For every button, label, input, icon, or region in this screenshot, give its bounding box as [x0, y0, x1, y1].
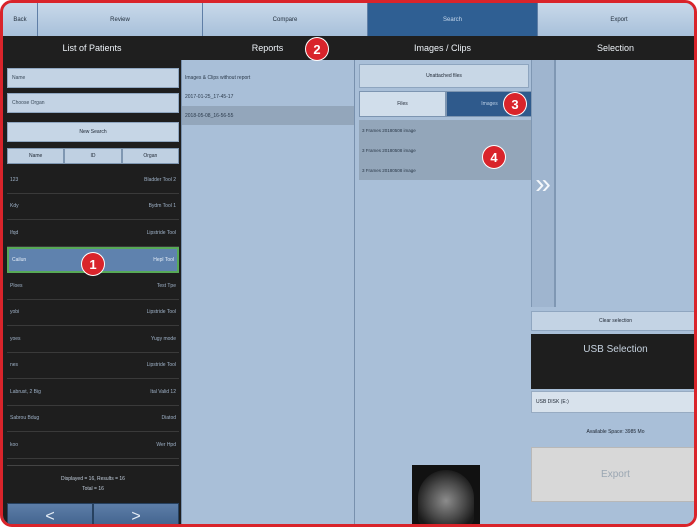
images-panel: Unattached files Files Images 3 Frames 2…: [354, 60, 533, 524]
patient-organ: Test Tpe: [156, 282, 176, 289]
sort-bar: Name ID Organ: [7, 148, 179, 164]
patient-name: Sabrou Bdug: [10, 415, 40, 422]
patient-row[interactable]: Labrust, 2 Big Ital Valid 12: [7, 379, 179, 406]
patient-name: Ploes: [10, 282, 23, 289]
callout-1: 1: [82, 253, 104, 275]
export-button[interactable]: Export: [531, 447, 694, 502]
patient-organ: Lipstride Tool: [146, 309, 176, 316]
patient-row[interactable]: Sabrou Bdug Diatod: [7, 406, 179, 432]
files-toggle-button[interactable]: Files: [359, 91, 446, 117]
sort-by-id-button[interactable]: ID: [64, 148, 122, 164]
report-list: Images & Clips without report 2017-01-25_…: [182, 68, 354, 125]
images-column-title: Images / Clips: [413, 43, 472, 53]
patient-name: Kdy: [10, 203, 19, 210]
patient-row[interactable]: yoes Yugy mode: [7, 326, 179, 353]
reports-panel: Images & Clips without report 2017-01-25_…: [181, 60, 354, 524]
patient-name: nes: [10, 362, 19, 369]
tab-search[interactable]: Search: [368, 3, 538, 36]
image-row[interactable]: 3 Frames 20180508 image: [359, 120, 533, 140]
callout-4: 4: [483, 146, 505, 168]
add-to-selection-button[interactable]: »: [531, 60, 555, 307]
patient-name: yoes: [10, 335, 21, 342]
patient-row[interactable]: Ifqd Lipstride Tool: [7, 220, 179, 247]
selection-column-title: Selection: [596, 43, 635, 53]
total-count: Total = 16: [82, 485, 104, 492]
patient-row[interactable]: 123 Bladder Tool 2: [7, 167, 179, 194]
selection-panel: [555, 60, 694, 307]
image-list: 3 Frames 20180508 image 3 Frames 20180508…: [359, 120, 533, 180]
callout-3: 3: [504, 93, 526, 115]
name-search-field[interactable]: Name: [7, 68, 179, 88]
choose-organ-field[interactable]: Choose Organ: [7, 93, 179, 113]
available-space-label: Available Space: 3985 Mo: [586, 429, 645, 435]
clear-selection-button[interactable]: Clear selection: [531, 311, 694, 331]
patient-organ: Hepl Tool: [153, 256, 174, 263]
pager: < >: [7, 503, 179, 524]
usb-selection-box: USB Selection: [531, 334, 694, 389]
export-panel: Clear selection USB Selection USB DISK (…: [531, 307, 694, 524]
reports-column-title: Reports: [251, 43, 284, 53]
patient-organ: Wer Hpd: [156, 441, 176, 448]
patients-panel: Name Choose Organ New Search Name ID Org…: [3, 60, 181, 524]
sort-by-organ-button[interactable]: Organ: [121, 148, 179, 164]
callout-2: 2: [306, 38, 328, 60]
patient-organ: Diatod: [161, 415, 176, 422]
report-row[interactable]: 2018-05-08_16-56-55: [182, 106, 354, 125]
ultrasound-thumbnail[interactable]: [412, 465, 480, 524]
patient-organ: Lipstride Tool: [146, 362, 176, 369]
patient-name: yobi: [10, 309, 20, 316]
next-page-button[interactable]: >: [93, 503, 179, 524]
patient-row[interactable]: koo Wer Hpd: [7, 432, 179, 459]
patient-row[interactable]: nes Lipstride Tool: [7, 353, 179, 379]
patient-organ: Yugy mode: [150, 335, 176, 342]
patient-list: 123 Bladder Tool 2 Kdy Bydm Tool 1 Ifqd Lipst…: [7, 167, 179, 459]
patients-column-title: List of Patients: [62, 43, 122, 53]
patient-organ: Ital Valid 12: [150, 388, 176, 395]
sort-by-name-button[interactable]: Name: [7, 148, 65, 164]
unattached-files-button[interactable]: Unattached files: [359, 64, 529, 88]
patient-organ: Bladder Tool 2: [144, 176, 176, 183]
usb-drive-dropdown[interactable]: USB DISK (E:): [531, 391, 694, 413]
patient-name: 123: [10, 176, 19, 183]
tab-review[interactable]: Review: [38, 3, 203, 36]
patient-organ: Bydm Tool 1: [148, 203, 176, 210]
top-tab-bar: Back Review Compare Search Export: [3, 3, 694, 36]
usb-selection-title: USB Selection: [583, 344, 648, 355]
image-row[interactable]: 3 Frames 20180508 image: [359, 140, 533, 160]
tab-back[interactable]: Back: [3, 3, 38, 36]
tab-compare[interactable]: Compare: [203, 3, 368, 36]
patient-row[interactable]: Ploes Test Tpe: [7, 273, 179, 300]
patient-name: koo: [10, 441, 19, 448]
patient-row[interactable]: yobi Lipstride Tool: [7, 300, 179, 326]
patient-name: Cailun: [12, 256, 27, 263]
tab-export[interactable]: Export: [538, 3, 694, 36]
patient-list-footer: Displayed = 16, Results = 16 Total = 16: [7, 465, 179, 501]
image-row[interactable]: 3 Frames 20180508 image: [359, 160, 533, 180]
patient-name: Ifqd: [10, 229, 19, 236]
new-search-button[interactable]: New Search: [7, 122, 179, 142]
results-count: Displayed = 16, Results = 16: [61, 475, 125, 482]
patient-organ: Lipstride Tool: [146, 229, 176, 236]
previous-page-button[interactable]: <: [7, 503, 93, 524]
report-row[interactable]: 2017-01-25_17-45-17: [182, 87, 354, 106]
report-row[interactable]: Images & Clips without report: [182, 68, 354, 87]
double-chevron-right-icon: »: [535, 167, 551, 199]
column-header-bar: List of Patients Reports Images / Clips …: [3, 36, 694, 60]
patient-row[interactable]: Kdy Bydm Tool 1: [7, 194, 179, 220]
app-window: Back Review Compare Search Export List o…: [0, 0, 697, 527]
ultrasound-image: [418, 470, 474, 524]
patient-name: Labrust, 2 Big: [10, 388, 41, 395]
